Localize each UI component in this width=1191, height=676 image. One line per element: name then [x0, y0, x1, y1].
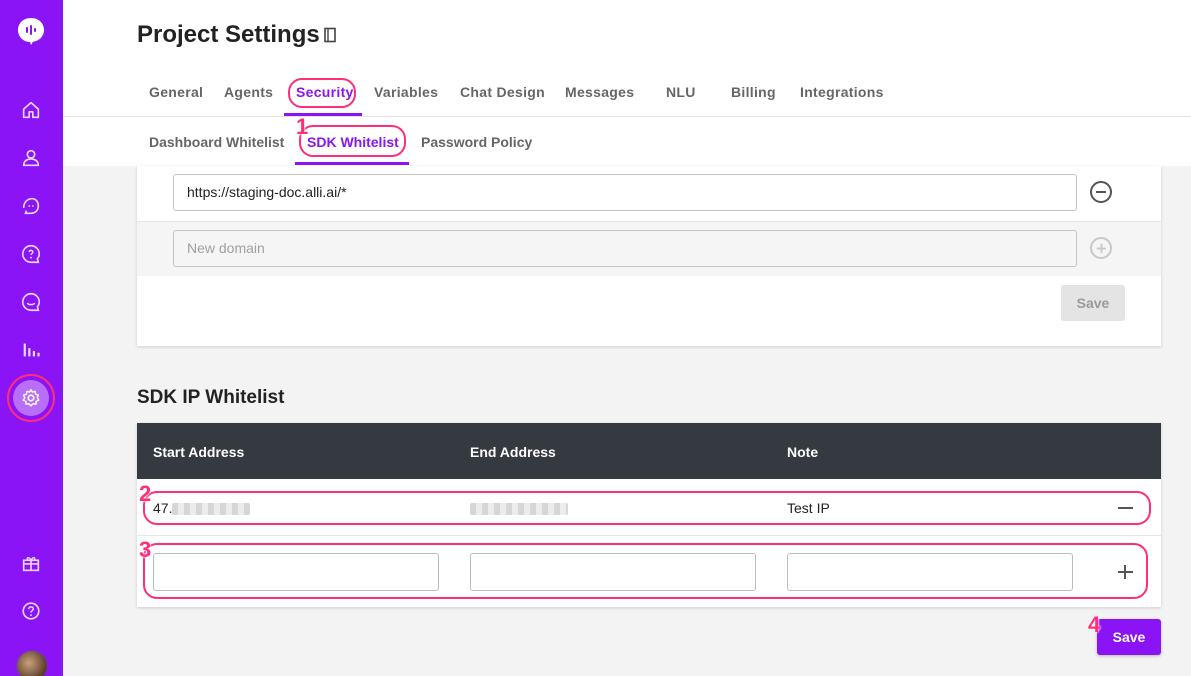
- domain-whitelist-card: https://staging-doc.alli.ai/* New domain…: [137, 166, 1161, 346]
- settings-icon[interactable]: [13, 380, 49, 416]
- annotation-ring-new-row: [143, 543, 1148, 599]
- tab-label: Integrations: [800, 84, 884, 100]
- column-header: End Address: [470, 444, 556, 460]
- agent-chat-icon[interactable]: [17, 192, 45, 220]
- remove-domain-button[interactable]: [1090, 181, 1112, 203]
- annotation-ring-security: [288, 78, 356, 108]
- header: Project Settings General Agents Security…: [63, 0, 1191, 166]
- home-icon[interactable]: [17, 96, 45, 124]
- faq-icon[interactable]: [17, 240, 45, 268]
- domain-row: https://staging-doc.alli.ai/*: [137, 166, 1161, 221]
- domain-input[interactable]: https://staging-doc.alli.ai/*: [173, 174, 1077, 211]
- annotation-number: 4: [1088, 612, 1101, 637]
- tab-integrations[interactable]: Integrations: [800, 68, 884, 100]
- analytics-icon[interactable]: [17, 336, 45, 364]
- annotation-number: 1: [296, 114, 309, 139]
- annotation-number: 2: [139, 481, 152, 506]
- plus-icon: [1096, 243, 1106, 253]
- avatar[interactable]: [16, 650, 48, 676]
- gift-icon[interactable]: [17, 549, 45, 577]
- tab-label: Agents: [224, 84, 274, 100]
- tab-variables[interactable]: Variables: [374, 68, 438, 100]
- subtab-password-policy[interactable]: Password Policy: [421, 134, 532, 150]
- user-icon[interactable]: [17, 144, 45, 172]
- help-icon[interactable]: [17, 597, 45, 625]
- table-header: Start Address End Address Note: [137, 423, 1161, 479]
- new-domain-row: New domain: [137, 221, 1161, 276]
- annotation-number: 3: [139, 537, 152, 562]
- section-title: SDK IP Whitelist: [137, 387, 285, 408]
- tab-label: Messages: [565, 84, 635, 100]
- tab-label: NLU: [666, 84, 696, 100]
- tab-nlu[interactable]: NLU: [666, 68, 696, 100]
- annotation-ring-sdk-whitelist: [299, 125, 406, 157]
- page-title: Project Settings: [137, 21, 320, 48]
- divider: [63, 116, 1191, 117]
- tab-label: Billing: [731, 84, 776, 100]
- tab-label: Variables: [374, 84, 439, 100]
- minus-icon: [1096, 191, 1106, 193]
- tab-chat-design[interactable]: Chat Design: [460, 68, 545, 100]
- add-domain-button[interactable]: [1090, 237, 1112, 259]
- sidebar: [0, 0, 63, 676]
- save-domains-button[interactable]: Save: [1061, 285, 1125, 321]
- tab-messages[interactable]: Messages: [565, 68, 634, 100]
- tab-general[interactable]: General: [149, 68, 203, 100]
- logo-icon[interactable]: [16, 16, 46, 46]
- active-subtab-indicator: [295, 162, 409, 165]
- new-domain-input[interactable]: New domain: [173, 230, 1077, 267]
- column-header: Start Address: [153, 444, 245, 460]
- subtab-dashboard-whitelist[interactable]: Dashboard Whitelist: [149, 134, 284, 150]
- tab-billing[interactable]: Billing: [731, 68, 776, 100]
- tab-label: General: [149, 84, 204, 100]
- subtab-label: Password Policy: [421, 134, 533, 150]
- conversation-icon[interactable]: [17, 288, 45, 316]
- save-ip-button[interactable]: Save: [1097, 619, 1161, 655]
- annotation-ring-row: [143, 491, 1151, 525]
- tab-label: Chat Design: [460, 84, 545, 100]
- tab-agents[interactable]: Agents: [224, 68, 273, 100]
- column-header: Note: [787, 444, 819, 460]
- bookmark-icon[interactable]: [323, 27, 337, 43]
- subtab-label: Dashboard Whitelist: [149, 134, 285, 150]
